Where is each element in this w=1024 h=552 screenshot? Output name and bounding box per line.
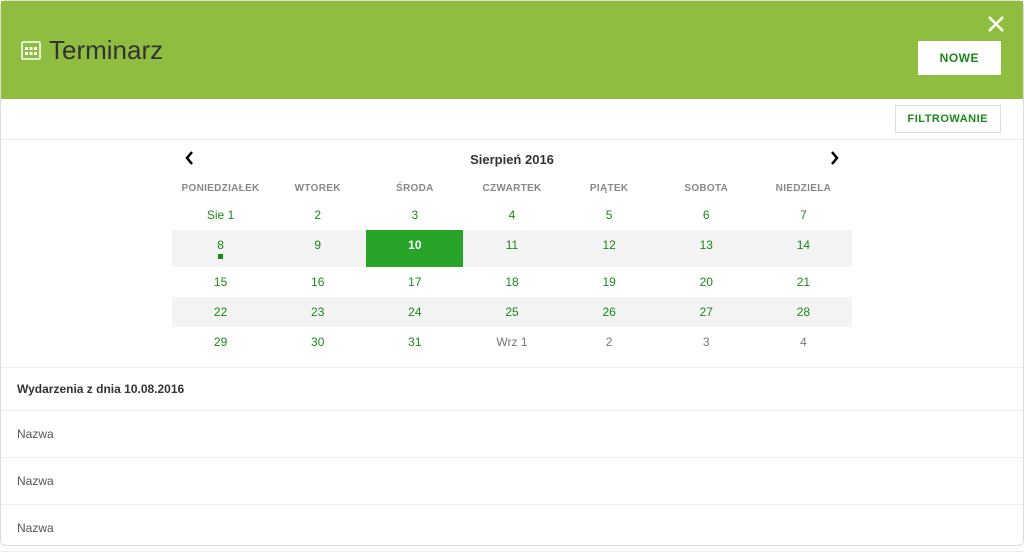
calendar-day-cell[interactable]: 27: [658, 297, 755, 327]
calendar-day-cell[interactable]: 7: [755, 200, 852, 230]
calendar-day-cell[interactable]: 4: [755, 327, 852, 357]
calendar-week-row: 293031Wrz 1234: [172, 327, 852, 357]
header-title-wrap: Terminarz: [21, 35, 163, 66]
calendar-day-cell[interactable]: 3: [366, 200, 463, 230]
app-header: Terminarz NOWE: [1, 1, 1023, 99]
event-row[interactable]: Nazwa: [1, 505, 1023, 552]
calendar-day-cell[interactable]: 2: [561, 327, 658, 357]
calendar-day-cell[interactable]: 26: [561, 297, 658, 327]
event-row[interactable]: Nazwa: [1, 458, 1023, 505]
calendar-month-row: Sierpień 2016: [172, 146, 852, 177]
calendar-day-cell[interactable]: 5: [561, 200, 658, 230]
event-list: NazwaNazwaNazwa: [1, 411, 1023, 552]
calendar-day-cell[interactable]: 21: [755, 267, 852, 297]
calendar-day-cell[interactable]: 3: [658, 327, 755, 357]
calendar-day-cell[interactable]: 12: [561, 230, 658, 267]
calendar-day-cell[interactable]: 18: [463, 267, 560, 297]
calendar-day-cell[interactable]: 31: [366, 327, 463, 357]
calendar-day-cell[interactable]: 22: [172, 297, 269, 327]
events-heading: Wydarzenia z dnia 10.08.2016: [1, 368, 1023, 411]
calendar-icon: [21, 40, 41, 60]
calendar-day-cell[interactable]: 2: [269, 200, 366, 230]
calendar-day-cell[interactable]: 23: [269, 297, 366, 327]
calendar-day-headers: PONIEDZIAŁEKWTOREKŚRODACZWARTEKPIĄTEKSOB…: [172, 177, 852, 200]
calendar-day-cell[interactable]: 13: [658, 230, 755, 267]
calendar-day-cell[interactable]: 11: [463, 230, 560, 267]
next-month-button[interactable]: [826, 150, 842, 166]
calendar-day-cell[interactable]: 14: [755, 230, 852, 267]
events-section: Wydarzenia z dnia 10.08.2016 NazwaNazwaN…: [1, 368, 1023, 552]
calendar-weeks: Sie 123456789101112131415161718192021222…: [172, 200, 852, 357]
calendar-day-cell[interactable]: 17: [366, 267, 463, 297]
close-icon[interactable]: [985, 13, 1007, 35]
filter-bar: FILTROWANIE: [1, 99, 1023, 140]
event-indicator-dot: [218, 254, 223, 259]
calendar-dow: PIĄTEK: [561, 177, 658, 200]
calendar-dow: WTOREK: [269, 177, 366, 200]
calendar-day-cell[interactable]: 8: [172, 230, 269, 267]
page-title: Terminarz: [49, 35, 163, 66]
calendar-day-cell[interactable]: 29: [172, 327, 269, 357]
calendar-dow: PONIEDZIAŁEK: [172, 177, 269, 200]
calendar-week-row: 22232425262728: [172, 297, 852, 327]
month-label: Sierpień 2016: [470, 152, 554, 167]
calendar-day-cell[interactable]: 6: [658, 200, 755, 230]
calendar-week-row: 15161718192021: [172, 267, 852, 297]
calendar-day-cell[interactable]: 19: [561, 267, 658, 297]
calendar-dow: CZWARTEK: [463, 177, 560, 200]
calendar-day-cell[interactable]: 15: [172, 267, 269, 297]
calendar-day-cell[interactable]: 24: [366, 297, 463, 327]
calendar-day-cell[interactable]: 4: [463, 200, 560, 230]
calendar-day-cell[interactable]: 20: [658, 267, 755, 297]
calendar-day-cell[interactable]: 28: [755, 297, 852, 327]
calendar-dow: NIEDZIELA: [755, 177, 852, 200]
calendar-day-cell[interactable]: 10: [366, 230, 463, 267]
calendar-section: Sierpień 2016 PONIEDZIAŁEKWTOREKŚRODACZW…: [1, 140, 1023, 368]
calendar-dow: SOBOTA: [658, 177, 755, 200]
calendar-week-row: Sie 1234567: [172, 200, 852, 230]
calendar-day-cell[interactable]: 30: [269, 327, 366, 357]
calendar: Sierpień 2016 PONIEDZIAŁEKWTOREKŚRODACZW…: [172, 146, 852, 357]
calendar-day-cell[interactable]: 9: [269, 230, 366, 267]
calendar-day-cell[interactable]: 25: [463, 297, 560, 327]
prev-month-button[interactable]: [182, 150, 198, 166]
calendar-day-cell[interactable]: Sie 1: [172, 200, 269, 230]
calendar-dow: ŚRODA: [366, 177, 463, 200]
new-button[interactable]: NOWE: [918, 41, 1001, 75]
event-row[interactable]: Nazwa: [1, 411, 1023, 458]
filter-button[interactable]: FILTROWANIE: [895, 105, 1001, 133]
calendar-day-cell[interactable]: Wrz 1: [463, 327, 560, 357]
calendar-day-cell[interactable]: 16: [269, 267, 366, 297]
calendar-week-row: 891011121314: [172, 230, 852, 267]
